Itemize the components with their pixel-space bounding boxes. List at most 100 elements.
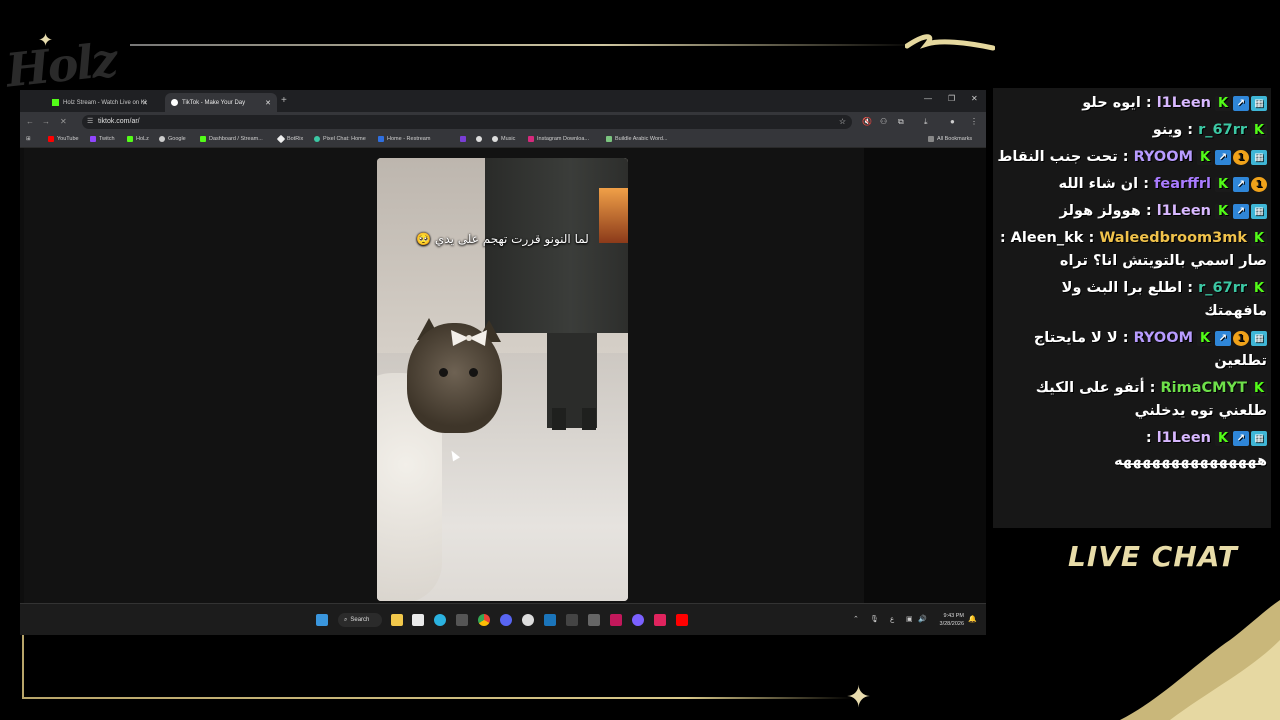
address-bar[interactable]: ☰ tiktok.com/ar/ ☆ — [82, 115, 852, 129]
chat-message: K ↗ ▦ l1Leen : هوولز هولز — [997, 200, 1267, 223]
bookmark-dashboard[interactable]: Dashboard / Stream... — [200, 136, 263, 142]
network-icon[interactable]: ▣ — [906, 615, 913, 623]
reload-icon[interactable]: ✕ — [60, 117, 67, 126]
app-icon[interactable] — [566, 614, 578, 626]
bookmark-shortcut[interactable] — [476, 136, 485, 142]
chat-badges: K ↗ 1 ▦ — [1197, 149, 1267, 165]
bookmark-botrix[interactable]: BotRix — [276, 134, 303, 144]
profile-icon[interactable]: ● — [950, 117, 955, 126]
bookmark-buildle[interactable]: Buildle Arabic Word... — [606, 136, 667, 142]
bookmark-pixel-chat[interactable]: Pixel Chat: Home — [314, 136, 366, 142]
chat-username[interactable]: r_67rr — [1198, 280, 1247, 296]
bookmark-google[interactable]: Google — [159, 136, 186, 142]
notification-icon[interactable]: 🔔 — [968, 615, 977, 623]
chat-separator: : — [1145, 430, 1157, 446]
bookmark-youtube[interactable]: YouTube — [48, 136, 79, 142]
taskbar-clock[interactable]: 9:43 PM 3/28/2026 — [940, 612, 964, 628]
channel-logo: Holz — [3, 32, 119, 98]
kick-badge-icon: K — [1215, 430, 1231, 446]
app-icon[interactable] — [456, 614, 468, 626]
gift-badge-icon: 1 — [1251, 176, 1267, 192]
chat-username[interactable]: fearffrl — [1154, 176, 1211, 192]
app-icon[interactable] — [610, 614, 622, 626]
site-info-icon[interactable]: ☰ — [87, 117, 93, 125]
twitch-icon — [90, 136, 96, 142]
tab-holz-stream[interactable]: Holz Stream - Watch Live on Ki ✕ — [46, 93, 154, 112]
forward-icon[interactable]: → — [42, 117, 50, 126]
start-icon[interactable] — [316, 614, 328, 626]
store-icon[interactable] — [412, 614, 424, 626]
chat-message: K ↗ 1 ▦ RYOOM : تحت جنب النقاط — [997, 146, 1267, 169]
subscriber-badge-icon: ↗ — [1215, 330, 1231, 346]
bookmark-holz[interactable]: HoLz — [127, 136, 149, 142]
chat-username[interactable]: RYOOM — [1134, 149, 1193, 165]
bookmark-instagram[interactable]: Instagram Downloa... — [528, 136, 589, 142]
chevron-up-icon[interactable]: ⌃ — [853, 615, 859, 623]
bookmark-twitch[interactable]: Twitch — [90, 136, 115, 142]
moderator-badge-icon: ▦ — [1251, 95, 1267, 111]
close-window-icon[interactable]: ✕ — [971, 94, 978, 103]
tab-tiktok[interactable]: TikTok - Make Your Day ✕ — [165, 93, 277, 112]
discord-icon[interactable] — [500, 614, 512, 626]
subscriber-badge-icon: ↗ — [1233, 203, 1249, 219]
edge-icon[interactable] — [434, 614, 446, 626]
apps-icon[interactable]: ⊞ — [26, 136, 31, 142]
file-explorer-icon[interactable] — [391, 614, 403, 626]
chat-badges: K ↗ 1 — [1215, 176, 1267, 192]
chat-separator: : — [1138, 176, 1155, 192]
mute-icon[interactable]: 🔇 — [862, 117, 872, 126]
puzzle-icon[interactable]: ⧉ — [898, 117, 904, 127]
kick-badge-icon: K — [1251, 280, 1267, 296]
tab-label: TikTok - Make Your Day — [182, 99, 246, 106]
kick-icon — [127, 136, 133, 142]
kick-badge-icon: K — [1215, 95, 1231, 111]
app-icon[interactable] — [588, 614, 600, 626]
chat-username[interactable]: l1Leen — [1157, 430, 1211, 446]
chat-username[interactable]: r_67rr — [1198, 122, 1247, 138]
chat-badges: K — [1251, 280, 1267, 296]
maximize-icon[interactable]: ❐ — [948, 94, 955, 103]
kick-badge-icon: K — [1251, 380, 1267, 396]
kick-badge-icon: K — [1251, 122, 1267, 138]
bookmark-star-icon[interactable]: ☆ — [839, 117, 846, 126]
microphone-icon[interactable]: 🎙 — [870, 615, 879, 623]
chat-username[interactable]: RimaCMYT — [1161, 380, 1248, 396]
steam-icon[interactable] — [544, 614, 556, 626]
app-icon[interactable] — [632, 614, 644, 626]
frame-border-bottom — [22, 697, 852, 699]
download-icon[interactable]: ⤓ — [924, 117, 928, 127]
menu-icon[interactable]: ⋮ — [970, 117, 978, 126]
taskbar-search[interactable]: ⌕ Search — [338, 613, 382, 627]
all-bookmarks[interactable]: All Bookmarks — [928, 136, 972, 142]
close-icon[interactable]: ✕ — [142, 99, 148, 107]
bookmark-shortcut[interactable] — [460, 136, 469, 142]
extension-icon[interactable]: ⚇ — [880, 117, 887, 126]
chat-message: K RimaCMYT : أتفو على الكيك طلعني توه يدخ… — [997, 377, 1267, 423]
chat-message: K ↗ ▦ l1Leen : ايوه حلو — [997, 92, 1267, 115]
chat-username[interactable]: l1Leen — [1157, 95, 1211, 111]
gift-badge-icon: 1 — [1233, 149, 1249, 165]
kick-badge-icon: K — [1215, 176, 1231, 192]
volume-icon[interactable]: 🔊 — [918, 615, 927, 623]
chat-username[interactable]: l1Leen — [1157, 203, 1211, 219]
chat-text: هههههههههههههههه — [1114, 453, 1267, 469]
bookmark-music[interactable]: Music — [492, 136, 515, 142]
minimize-icon[interactable]: — — [924, 94, 932, 103]
chrome-icon[interactable] — [478, 614, 490, 626]
close-icon[interactable]: ✕ — [265, 99, 271, 107]
back-icon[interactable]: ← — [26, 117, 34, 126]
new-tab-button[interactable]: + — [281, 95, 287, 106]
bookmark-restream[interactable]: Home - Restream — [378, 136, 430, 142]
moderator-badge-icon: ▦ — [1251, 430, 1267, 446]
tiktok-video[interactable]: لما النونو قررت تهجم على يدي 🥺 — [377, 158, 628, 601]
language-indicator[interactable]: ع — [890, 615, 894, 623]
youtube-icon[interactable] — [676, 614, 688, 626]
moderator-badge-icon: ▦ — [1251, 330, 1267, 346]
moderator-badge-icon: ▦ — [1251, 203, 1267, 219]
subscriber-badge-icon: ↗ — [1233, 430, 1249, 446]
chat-username[interactable]: Waleedbroom3mk — [1099, 230, 1247, 246]
chat-username[interactable]: RYOOM — [1134, 330, 1193, 346]
live-chat-title: LIVE CHAT — [1068, 540, 1238, 573]
app-icon[interactable] — [654, 614, 666, 626]
obs-icon[interactable] — [522, 614, 534, 626]
